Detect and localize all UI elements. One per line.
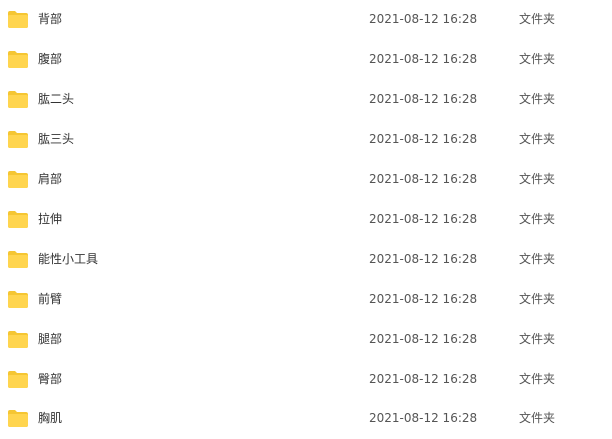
file-name[interactable]: 臀部 bbox=[38, 370, 62, 388]
file-name[interactable]: 胸肌 bbox=[38, 409, 62, 427]
file-row[interactable]: 腹部 2021-08-12 16:28 文件夹 bbox=[0, 40, 612, 80]
file-name[interactable]: 腹部 bbox=[38, 50, 62, 68]
file-row[interactable]: 肱二头 2021-08-12 16:28 文件夹 bbox=[0, 80, 612, 120]
file-type: 文件夹 bbox=[519, 292, 556, 306]
file-type: 文件夹 bbox=[519, 12, 556, 26]
file-name[interactable]: 肱三头 bbox=[38, 130, 74, 148]
modified-date: 2021-08-12 16:28 bbox=[369, 332, 478, 346]
file-name[interactable]: 背部 bbox=[38, 10, 62, 28]
folder-icon bbox=[8, 11, 28, 28]
folder-icon bbox=[8, 251, 28, 268]
modified-date: 2021-08-12 16:28 bbox=[369, 411, 478, 425]
modified-date: 2021-08-12 16:28 bbox=[369, 172, 478, 186]
file-row[interactable]: 能性小工具 2021-08-12 16:28 文件夹 bbox=[0, 240, 612, 280]
folder-icon bbox=[8, 91, 28, 108]
folder-icon bbox=[8, 371, 28, 388]
file-row[interactable]: 拉伸 2021-08-12 16:28 文件夹 bbox=[0, 200, 612, 240]
file-type: 文件夹 bbox=[519, 252, 556, 266]
file-type: 文件夹 bbox=[519, 411, 556, 425]
modified-date: 2021-08-12 16:28 bbox=[369, 12, 478, 26]
file-row[interactable]: 腿部 2021-08-12 16:28 文件夹 bbox=[0, 320, 612, 360]
file-type: 文件夹 bbox=[519, 132, 556, 146]
file-row[interactable]: 肱三头 2021-08-12 16:28 文件夹 bbox=[0, 120, 612, 160]
modified-date: 2021-08-12 16:28 bbox=[369, 212, 478, 226]
file-type: 文件夹 bbox=[519, 212, 556, 226]
file-row[interactable]: 背部 2021-08-12 16:28 文件夹 bbox=[0, 0, 612, 40]
folder-icon bbox=[8, 331, 28, 348]
file-type: 文件夹 bbox=[519, 332, 556, 346]
modified-date: 2021-08-12 16:28 bbox=[369, 92, 478, 106]
file-name[interactable]: 能性小工具 bbox=[38, 250, 98, 268]
file-type: 文件夹 bbox=[519, 172, 556, 186]
folder-icon bbox=[8, 211, 28, 228]
modified-date: 2021-08-12 16:28 bbox=[369, 292, 478, 306]
file-row[interactable]: 肩部 2021-08-12 16:28 文件夹 bbox=[0, 160, 612, 200]
file-name[interactable]: 前臂 bbox=[38, 290, 62, 308]
folder-icon bbox=[8, 131, 28, 148]
folder-icon bbox=[8, 171, 28, 188]
folder-icon bbox=[8, 51, 28, 68]
file-type: 文件夹 bbox=[519, 372, 556, 386]
file-name[interactable]: 拉伸 bbox=[38, 210, 62, 228]
file-type: 文件夹 bbox=[519, 52, 556, 66]
file-type: 文件夹 bbox=[519, 92, 556, 106]
file-row[interactable]: 臀部 2021-08-12 16:28 文件夹 bbox=[0, 360, 612, 400]
file-name[interactable]: 肱二头 bbox=[38, 90, 74, 108]
modified-date: 2021-08-12 16:28 bbox=[369, 132, 478, 146]
file-name[interactable]: 腿部 bbox=[38, 330, 62, 348]
file-list: 背部 2021-08-12 16:28 文件夹 腹部 2021-08-12 16… bbox=[0, 0, 612, 439]
modified-date: 2021-08-12 16:28 bbox=[369, 252, 478, 266]
modified-date: 2021-08-12 16:28 bbox=[369, 372, 478, 386]
folder-icon bbox=[8, 291, 28, 308]
file-row[interactable]: 胸肌 2021-08-12 16:28 文件夹 bbox=[0, 399, 612, 439]
folder-icon bbox=[8, 410, 28, 427]
modified-date: 2021-08-12 16:28 bbox=[369, 52, 478, 66]
file-name[interactable]: 肩部 bbox=[38, 170, 62, 188]
file-row[interactable]: 前臂 2021-08-12 16:28 文件夹 bbox=[0, 280, 612, 320]
